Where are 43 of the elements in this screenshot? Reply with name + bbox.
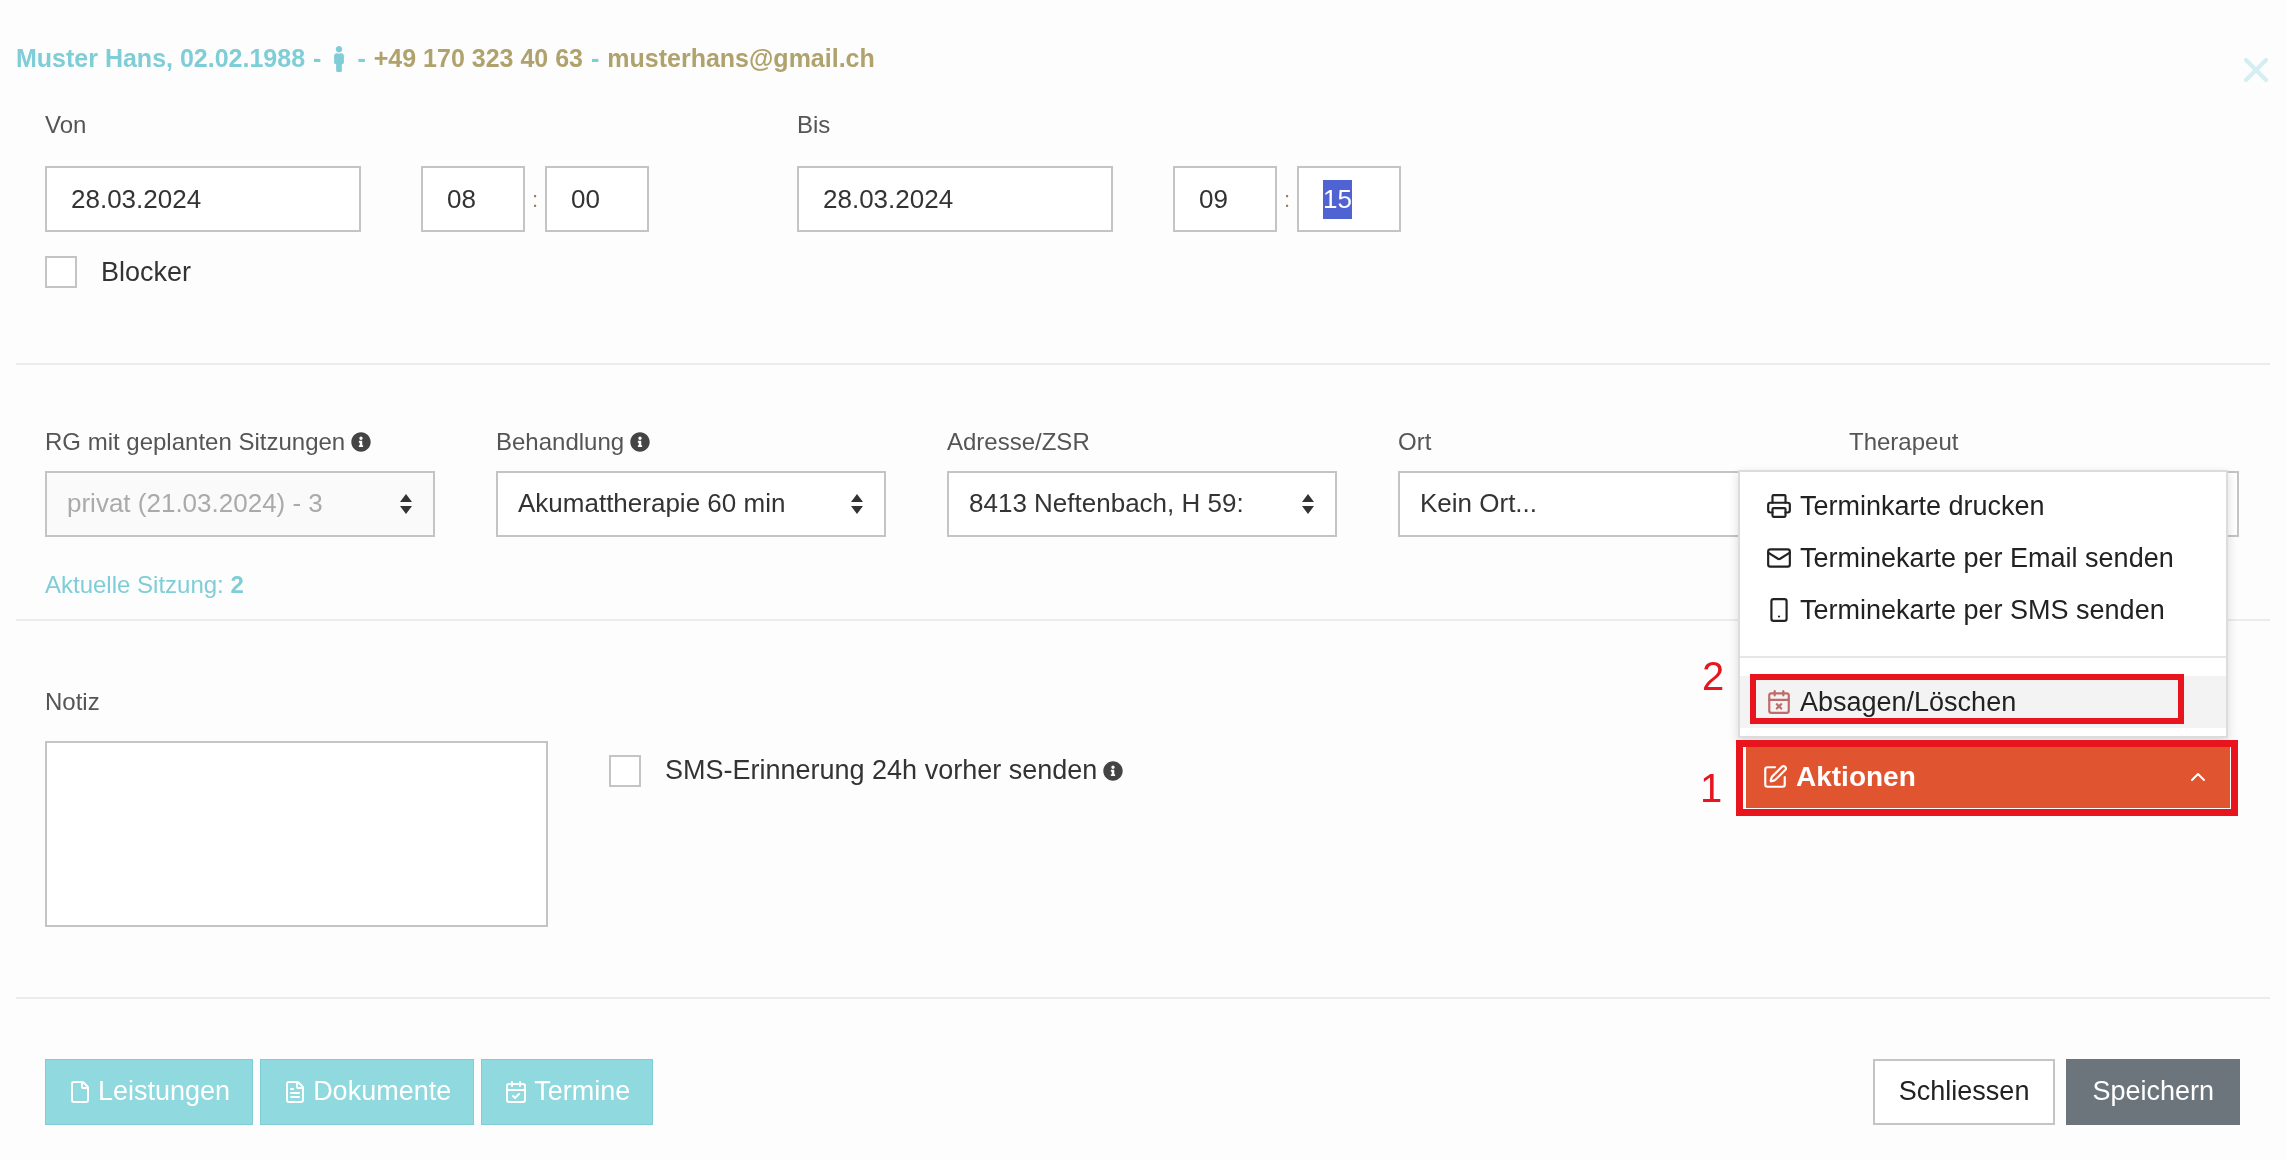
input-field[interactable]: 09: [1173, 166, 1277, 232]
separator: -: [357, 43, 366, 75]
menu-item[interactable]: Terminekarte per SMS senden: [1740, 584, 2226, 636]
annotation-number: 1: [1700, 768, 1723, 808]
file-icon: [68, 1078, 92, 1105]
checkbox-label: SMS-Erinnerung 24h vorher senden: [665, 754, 1098, 788]
separator: -: [313, 43, 322, 75]
checkbox[interactable]: [45, 256, 77, 289]
input-field[interactable]: 15: [1297, 166, 1401, 232]
checkbox-label: Blocker: [101, 256, 192, 289]
printer-icon: [1766, 493, 1792, 519]
input-field[interactable]: 28.03.2024: [797, 166, 1113, 232]
info-icon: [1103, 760, 1124, 781]
select-field[interactable]: Akumattherapie 60 min: [496, 470, 886, 537]
close-button[interactable]: Schliessen: [1872, 1058, 2056, 1125]
field-label: Adresse/ZSR: [947, 426, 1090, 457]
input-field[interactable]: 08: [421, 166, 525, 232]
select-field[interactable]: 8413 Neftenbach, H 59:: [947, 470, 1337, 537]
save-button[interactable]: Speichern: [2066, 1058, 2240, 1125]
field-label: Bis: [797, 110, 832, 140]
patient-contact: musterhans@gmail.ch: [607, 43, 875, 75]
field-label: RG mit geplanten Sitzungen: [45, 426, 346, 457]
input-field[interactable]: 28.03.2024: [45, 166, 361, 232]
field-label: Ort: [1398, 426, 1432, 457]
field-label: Behandlung: [496, 426, 625, 457]
field-label: Von: [45, 110, 88, 140]
checkbox[interactable]: [609, 754, 641, 787]
calendar-x-icon: [1766, 689, 1792, 715]
field-label: Therapeut: [1849, 426, 1959, 457]
field-label: Notiz: [45, 686, 101, 717]
actions-button[interactable]: Aktionen: [1746, 746, 2230, 808]
note-textarea[interactable]: [45, 740, 548, 927]
envelope-icon: [1766, 545, 1792, 571]
edit-icon: [1762, 764, 1788, 790]
input-field[interactable]: 00: [545, 166, 649, 232]
calendar-check-icon: [504, 1078, 529, 1105]
time-separator: :: [530, 185, 540, 214]
patient-contact: +49 170 323 40 63: [373, 43, 583, 75]
time-separator: :: [1282, 185, 1292, 214]
current-session: Aktuelle Sitzung: 2: [45, 569, 244, 600]
separator: -: [590, 43, 600, 75]
patient-name: Muster Hans, 02.02.1988: [16, 43, 306, 75]
annotation-number: 2: [1702, 656, 1725, 696]
